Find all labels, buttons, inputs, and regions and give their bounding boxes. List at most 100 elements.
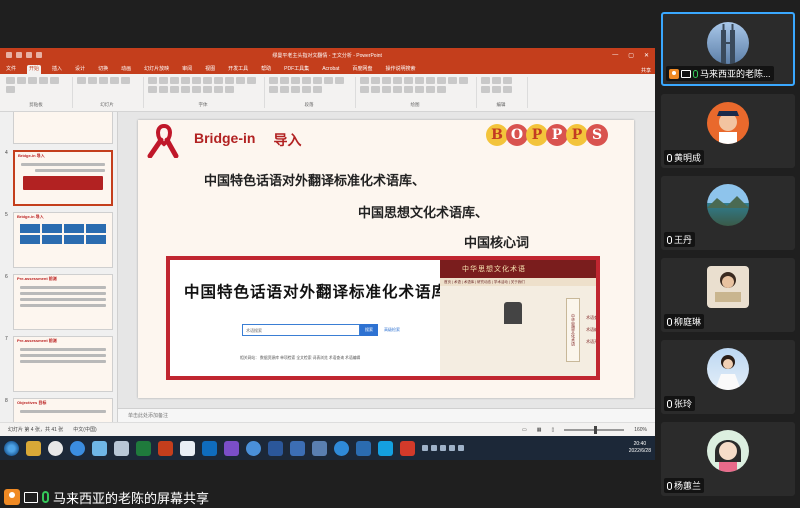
app-icon[interactable] xyxy=(180,440,195,456)
thumb-row[interactable]: 7 Pre-assessment 前测 xyxy=(0,334,117,396)
slide-kicker: Bridge-in 导入 xyxy=(194,130,302,148)
minimize-icon: — xyxy=(612,51,619,58)
participant-tile[interactable]: 马来西亚的老陈... xyxy=(661,12,795,86)
start-button-icon[interactable] xyxy=(4,440,19,456)
excel-icon[interactable] xyxy=(136,440,151,456)
ribbon-group-font: 字体 xyxy=(148,77,265,108)
tab-animations[interactable]: 动画 xyxy=(119,65,133,74)
share-icon xyxy=(669,68,679,79)
thumb-row[interactable]: 4 Bridge-in 导入 xyxy=(0,148,117,210)
embed-search-input: 术语搜索 xyxy=(242,324,360,336)
notes-pane[interactable]: 单击此处添加备注 xyxy=(118,408,655,422)
ribbon-group-editing: 编辑 xyxy=(481,77,528,108)
participant-tile[interactable]: 柳庭琳 xyxy=(661,258,795,332)
tab-file[interactable]: 文件 xyxy=(4,65,18,74)
view-normal-icon[interactable]: ▭ xyxy=(522,427,527,433)
participant-nametag: 张玲 xyxy=(664,396,696,411)
app-icon[interactable] xyxy=(114,440,129,456)
cartoon-avatar-icon xyxy=(717,111,739,144)
tab-view[interactable]: 视图 xyxy=(203,65,217,74)
microphone-muted-icon xyxy=(667,317,672,326)
participant-nametag: 马来西亚的老陈... xyxy=(666,66,774,81)
workarea: 4 Bridge-in 导入 5 Bridge-in 导入 6 Pre-asse… xyxy=(0,112,655,422)
system-tray[interactable] xyxy=(422,445,464,451)
tab-home[interactable]: 开始 xyxy=(27,65,42,74)
participant-tile[interactable]: 王丹 xyxy=(661,176,795,250)
slide-thumbnail-selected[interactable]: Bridge-in 导入 xyxy=(13,150,113,206)
folder-icon[interactable] xyxy=(92,440,107,456)
person-photo-icon xyxy=(715,355,741,390)
zoom-level[interactable]: 160% xyxy=(634,427,647,433)
embed-links: 相关网站： 数据资源库 单项检索 全文检索 词表浏览 术语查询 术语编辑 xyxy=(240,356,361,360)
wps-icon[interactable] xyxy=(400,440,415,456)
tab-acrobat[interactable]: Acrobat xyxy=(320,66,341,74)
tab-design[interactable]: 设计 xyxy=(73,65,87,74)
view-sorter-icon[interactable]: ▦ xyxy=(537,427,542,433)
zoom-slider[interactable] xyxy=(564,425,625,434)
browser-icon[interactable] xyxy=(70,440,85,456)
tab-pdf[interactable]: PDF工具集 xyxy=(282,65,311,74)
microphone-muted-icon xyxy=(667,235,672,244)
towers-photo-icon xyxy=(721,24,735,64)
slide-thumbnail[interactable]: Pre-assessment 前测 xyxy=(13,336,113,392)
view-reading-icon[interactable]: ▯ xyxy=(551,427,554,433)
person-photo-icon xyxy=(715,272,741,302)
microphone-icon xyxy=(42,491,49,503)
window-controls[interactable]: — ▢ ✕ xyxy=(612,52,649,59)
slide-thumbnail[interactable]: Objectives 目标 xyxy=(13,398,113,422)
participant-nametag: 王丹 xyxy=(664,232,696,247)
thumb-row[interactable]: 5 Bridge-in 导入 xyxy=(0,210,117,272)
share-icon xyxy=(4,489,20,505)
thumb-row-partial[interactable] xyxy=(0,112,117,148)
outlook-icon[interactable] xyxy=(202,440,217,456)
onenote-icon[interactable] xyxy=(224,440,239,456)
thumb-row[interactable]: 8 Objectives 目标 xyxy=(0,396,117,422)
app-icon[interactable] xyxy=(312,440,327,456)
powerpoint-icon[interactable] xyxy=(158,440,173,456)
avatar xyxy=(707,184,749,226)
portrait-image xyxy=(504,302,522,324)
app-icon[interactable] xyxy=(356,440,371,456)
participant-tile[interactable]: 张玲 xyxy=(661,340,795,414)
participant-tile[interactable]: 杨蕙兰 xyxy=(661,422,795,496)
participant-nametag: 柳庭琳 xyxy=(664,314,705,329)
tab-baidu[interactable]: 百度网盘 xyxy=(350,65,374,74)
tell-me-search[interactable]: 操作说明搜索 xyxy=(383,65,417,74)
screen-share-banner[interactable]: 马来西亚的老陈的屏幕共享 xyxy=(0,486,655,508)
tab-review[interactable]: 审阅 xyxy=(180,65,194,74)
media-player-icon[interactable] xyxy=(48,440,63,456)
tab-developer[interactable]: 开发工具 xyxy=(226,65,250,74)
cartoon-avatar-icon xyxy=(715,440,741,472)
tab-help[interactable]: 帮助 xyxy=(259,65,273,74)
chrome-icon[interactable] xyxy=(246,440,261,456)
close-icon: ✕ xyxy=(643,52,649,59)
quick-access-toolbar[interactable] xyxy=(6,52,42,58)
word-icon[interactable] xyxy=(268,440,283,456)
ribbon-group-paragraph: 段落 xyxy=(269,77,356,108)
taskbar-clock[interactable]: 20:40 2022/6/28 xyxy=(629,441,651,455)
meeting-app-icon[interactable] xyxy=(378,440,393,456)
share-button[interactable]: 共享 xyxy=(641,67,651,74)
meeting-window: 缪曼平老主头指对文翻情 - 王文分析 - PowerPoint — ▢ ✕ 文件 开… xyxy=(0,0,800,508)
current-slide[interactable]: Bridge-in 导入 B O P P P S 中国特色话语对外翻译标准化术语… xyxy=(138,120,634,398)
participant-tile[interactable]: 黄明成 xyxy=(661,94,795,168)
slide-thumbnails-pane[interactable]: 4 Bridge-in 导入 5 Bridge-in 导入 6 Pre-asse… xyxy=(0,112,118,422)
app-icon[interactable] xyxy=(290,440,305,456)
thumb-row[interactable]: 6 Pre-assessment 前测 xyxy=(0,272,117,334)
screen-icon xyxy=(681,69,691,78)
avatar xyxy=(707,266,749,308)
app-icon[interactable] xyxy=(334,440,349,456)
embed-scroll: 中华思想文化术语 xyxy=(566,298,580,362)
slide-thumbnail[interactable]: Pre-assessment 前测 xyxy=(13,274,113,330)
file-explorer-icon[interactable] xyxy=(26,440,41,456)
tab-slideshow[interactable]: 幻灯片放映 xyxy=(142,65,171,74)
language-indicator[interactable]: 中文(中国) xyxy=(73,426,96,433)
slide-stage: Bridge-in 导入 B O P P P S 中国特色话语对外翻译标准化术语… xyxy=(118,112,655,408)
tab-transitions[interactable]: 切换 xyxy=(96,65,110,74)
avatar xyxy=(707,430,749,472)
windows-taskbar: 20:40 2022/6/28 xyxy=(0,436,655,460)
tab-insert[interactable]: 插入 xyxy=(50,65,64,74)
slide-thumbnail[interactable]: Bridge-in 导入 xyxy=(13,212,113,268)
slide-line-3: 中国核心词 xyxy=(464,236,530,251)
landscape-photo-icon xyxy=(707,196,749,208)
